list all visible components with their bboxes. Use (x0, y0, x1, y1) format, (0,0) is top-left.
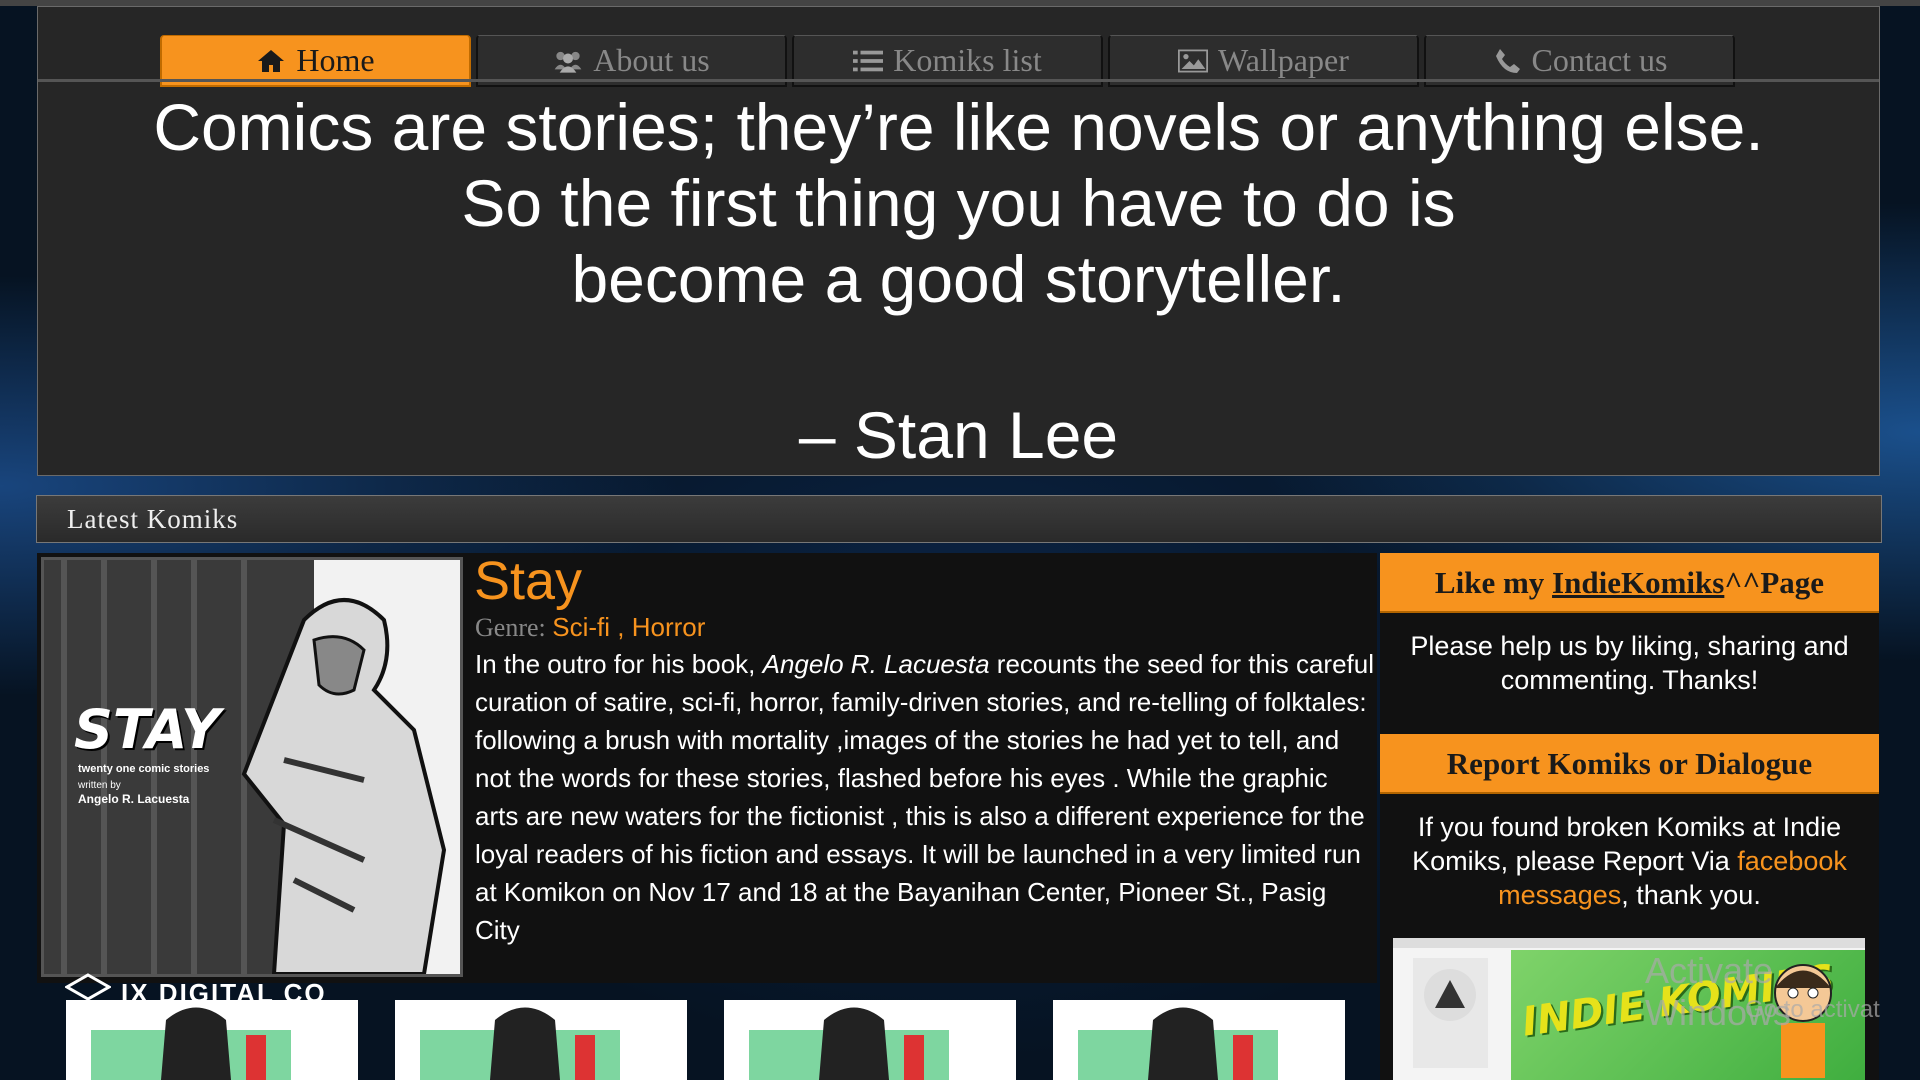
komik-thumbnail[interactable] (1053, 1000, 1345, 1080)
quote-line: So the first thing you have to do is (461, 166, 1456, 240)
sidebar-like-text: Please help us by liking, sharing and co… (1410, 631, 1849, 695)
komik-thumbnail[interactable] (724, 1000, 1016, 1080)
like-page-link[interactable]: IndieKomiks (1552, 565, 1724, 600)
sidebar-like-heading: Like my IndieKomiks^^Page (1380, 553, 1879, 613)
list-icon (853, 47, 884, 75)
nav-contact-label: Contact us (1531, 42, 1668, 78)
komik-description: In the outro for his book, Angelo R. Lac… (475, 645, 1375, 949)
desc-before: In the outro for his book, (475, 649, 763, 679)
watermark-text: IX DIGITAL CO (121, 977, 327, 1008)
section-title-latest-komiks: Latest Komiks (36, 495, 1882, 543)
nav-home-label: Home (296, 42, 375, 78)
main-nav: Home About us Komiks list Wallpaper Cont… (160, 35, 1735, 91)
genre-label: Genre: (475, 613, 546, 642)
header-panel: Home About us Komiks list Wallpaper Cont… (37, 6, 1880, 476)
quote-author: – Stan Lee (798, 398, 1119, 472)
komik-thumbnail[interactable] (395, 1000, 687, 1080)
desc-after: recounts the seed for this careful curat… (475, 649, 1374, 945)
komik-genre: Genre: Sci-fi , Horror (475, 612, 705, 643)
cover-credit-author: Angelo R. Lacuesta (78, 792, 190, 806)
quote-text: Comics are stories; they’re like novels … (38, 89, 1879, 317)
watermark: IX DIGITAL CO (65, 973, 327, 1013)
phone-icon (1492, 47, 1522, 75)
quote-line: become a good storyteller. (571, 242, 1346, 316)
nav-komiks-list-label: Komiks list (893, 42, 1042, 78)
cover-title: STAY (74, 698, 221, 761)
like-suffix: ^^Page (1724, 565, 1825, 600)
image-icon (1178, 47, 1209, 75)
cube-icon (65, 973, 111, 1001)
sidebar-report-text: If you found broken Komiks at Indie Komi… (1385, 810, 1874, 912)
komik-title[interactable]: Stay (474, 550, 582, 612)
cover-credit-label: written by (78, 780, 121, 791)
genre-link-horror[interactable]: Horror (632, 612, 706, 642)
quote-line: Comics are stories; they’re like novels … (153, 90, 1764, 164)
desc-author: Angelo R. Lacuesta (762, 649, 990, 679)
cover-subtitle: twenty one comic stories (78, 763, 210, 775)
home-icon (256, 47, 286, 75)
like-prefix: Like my (1434, 565, 1553, 600)
nav-wallpaper-label: Wallpaper (1218, 42, 1349, 78)
report-text-after: , thank you. (1621, 880, 1761, 910)
activate-windows-subtext: Go to activat (1745, 996, 1880, 1023)
users-icon (553, 47, 583, 75)
sidebar-report-heading: Report Komiks or Dialogue (1380, 734, 1879, 794)
genre-separator: , (610, 612, 632, 642)
genre-link-scifi[interactable]: Sci-fi (552, 612, 610, 642)
komik-cover-image[interactable]: STAY twenty one comic stories written by… (41, 557, 463, 977)
nav-about-label: About us (593, 42, 710, 78)
nav-divider (38, 79, 1879, 82)
